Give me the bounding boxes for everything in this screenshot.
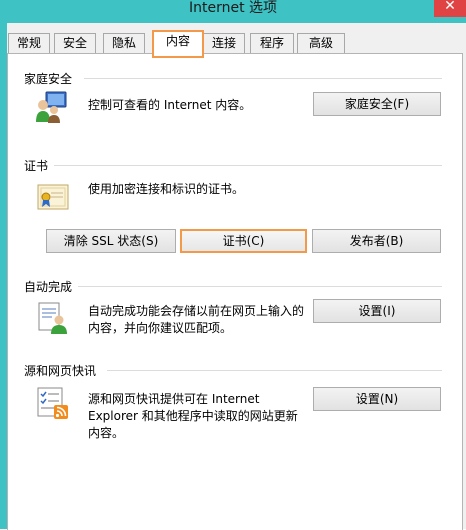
content-tab-panel <box>7 53 463 530</box>
tab-privacy[interactable]: 隐私 <box>103 33 145 54</box>
tab-content[interactable]: 内容 <box>152 30 204 58</box>
family-safety-description: 控制可查看的 Internet 内容。 <box>88 98 252 112</box>
feeds-divider <box>107 370 442 371</box>
tab-label: 高级 <box>308 36 333 50</box>
feeds-description-line2: Explorer 和其他程序中读取的网站更新 <box>88 409 298 423</box>
feeds-settings-button[interactable]: 设置(N) <box>313 387 441 411</box>
feeds-list-rss-icon <box>37 387 68 419</box>
autocomplete-description-line2: 内容，并向你建议匹配项。 <box>88 321 233 335</box>
window-title: Internet 选项 <box>188 0 278 16</box>
publishers-button[interactable]: 发布者(B) <box>312 229 441 253</box>
certificate-icon <box>37 184 69 210</box>
close-icon: ✕ <box>444 0 456 14</box>
family-safety-users-icon <box>36 91 67 123</box>
feeds-description-line3: 内容。 <box>88 426 125 440</box>
family-safety-heading: 家庭安全 <box>24 72 73 86</box>
tab-security[interactable]: 安全 <box>54 33 96 54</box>
autocomplete-description-line1: 自动完成功能会存储以前在网页上输入的 <box>88 304 305 318</box>
tab-advanced[interactable]: 高级 <box>297 33 345 54</box>
tab-label: 安全 <box>62 36 87 50</box>
feeds-heading: 源和网页快讯 <box>24 364 97 378</box>
tab-general[interactable]: 常规 <box>8 33 50 54</box>
certificates-description: 使用加密连接和标识的证书。 <box>88 182 245 196</box>
clear-ssl-state-button[interactable]: 清除 SSL 状态(S) <box>46 229 176 253</box>
family-safety-button[interactable]: 家庭安全(F) <box>313 92 441 116</box>
autocomplete-settings-button[interactable]: 设置(I) <box>313 299 441 323</box>
title-bar: Internet 选项 ✕ <box>0 0 466 23</box>
autocomplete-divider <box>78 286 442 287</box>
tab-label: 常规 <box>16 36 41 50</box>
certificates-divider <box>54 165 442 166</box>
tab-label: 程序 <box>259 36 284 50</box>
certificates-button[interactable]: 证书(C) <box>180 229 307 253</box>
tab-programs[interactable]: 程序 <box>250 33 294 54</box>
close-button[interactable]: ✕ <box>434 0 466 17</box>
tab-label: 连接 <box>211 36 236 50</box>
tab-connections[interactable]: 连接 <box>203 33 245 54</box>
tab-label: 内容 <box>165 34 190 48</box>
autocomplete-form-user-icon <box>38 302 67 334</box>
autocomplete-heading: 自动完成 <box>24 280 73 294</box>
certificates-heading: 证书 <box>24 159 49 173</box>
feeds-description-line1: 源和网页快讯提供可在 Internet <box>88 392 260 406</box>
tab-label: 隐私 <box>111 36 136 50</box>
family-safety-divider <box>84 78 442 79</box>
